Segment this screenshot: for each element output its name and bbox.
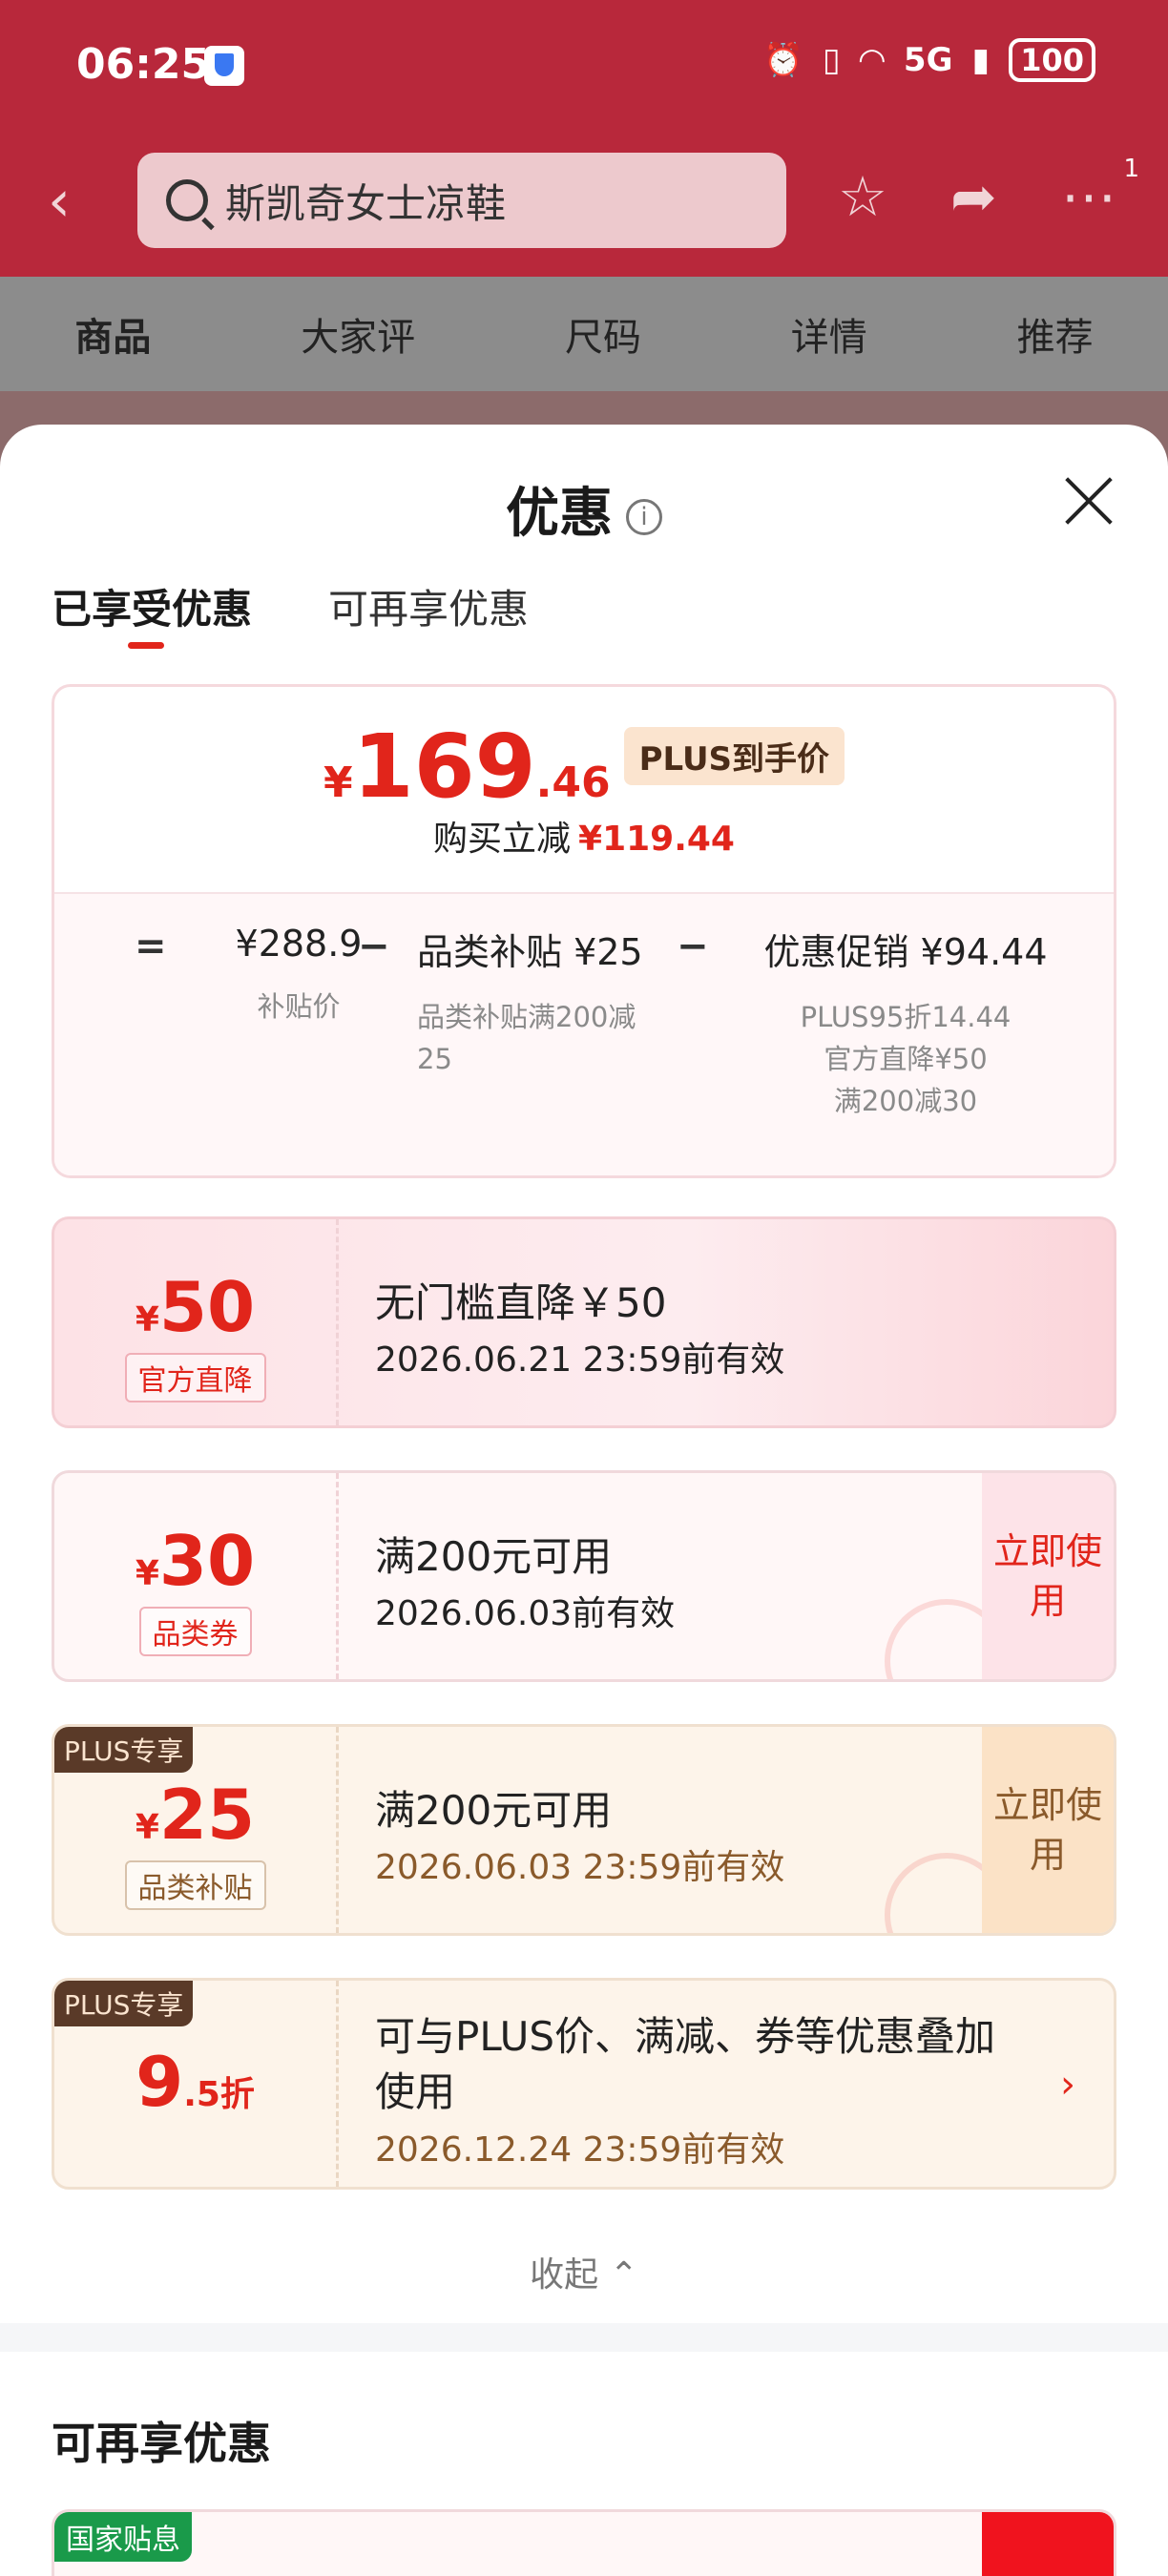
coupon-plus-95-off[interactable]: 9.5折 PLUS专享 可与PLUS价、满减、券等优惠叠加使用 2026.12.… xyxy=(52,1978,1116,2190)
shield-icon xyxy=(204,46,244,86)
coupon-value: ¥30 品类券 xyxy=(54,1473,339,1679)
coupon-title: 满200元可用 xyxy=(375,1533,613,1580)
coupon-yen: ¥ xyxy=(135,1808,159,1847)
back-icon[interactable]: ‹ xyxy=(48,168,71,235)
equals-sign: = xyxy=(135,924,167,968)
coupon-suffix: .5折 xyxy=(183,2075,255,2114)
vibrate-icon: ▯ xyxy=(823,41,841,79)
message-badge: 1 xyxy=(1123,155,1139,183)
info-icon[interactable]: i xyxy=(626,498,662,535)
coupon-gov-interest[interactable]: 国家贴息 xyxy=(52,2509,1116,2576)
promo-line-direct: 官方直降¥50 xyxy=(824,1043,988,1075)
coupon-amount: ¥25 xyxy=(54,1775,336,1855)
wifi-icon: ◠ xyxy=(859,41,885,79)
collapse-button[interactable]: 收起 ⌃ xyxy=(0,2247,1168,2296)
coupon-number: 30 xyxy=(158,1521,256,1601)
minus-sign: − xyxy=(358,924,390,968)
chevron-up-icon: ⌃ xyxy=(609,2255,638,2295)
coupon-yen: ¥ xyxy=(135,1554,159,1593)
sheet-title-wrap: 优惠 i xyxy=(0,470,1168,548)
reduce-row: 购买立减 ¥119.44 xyxy=(54,811,1114,861)
category-subsidy-col: 品类补贴 ¥25 品类补贴满200减25 xyxy=(417,923,656,1080)
coupon-date: 2026.06.03 23:59前有效 xyxy=(375,1848,785,1887)
coupon-amount: ¥30 xyxy=(54,1521,336,1601)
section-divider xyxy=(0,2323,1168,2352)
coupon-number: 50 xyxy=(158,1267,256,1347)
price-decimal: .46 xyxy=(535,758,611,807)
reduce-amount: ¥119.44 xyxy=(578,820,735,859)
product-tabs: 商品 大家评 尺码 详情 推荐 xyxy=(0,296,1168,372)
promo-lines: PLUS95折14.44 官方直降¥50 满200减30 xyxy=(734,996,1077,1122)
minus-sign-2: − xyxy=(677,924,709,968)
subsidy-price-label: 补贴价 xyxy=(257,990,341,1023)
coupon-tag: 品类补贴 xyxy=(124,1860,266,1910)
coupon-amount: ¥50 xyxy=(54,1267,336,1347)
more-icon[interactable]: ⋯ xyxy=(1061,164,1116,229)
coupon-number: 9 xyxy=(136,2042,184,2122)
coupon-date: 2026.12.24 23:59前有效 xyxy=(375,2130,785,2170)
price-yen: ¥ xyxy=(323,758,353,807)
tab-size[interactable]: 尺码 xyxy=(565,306,641,362)
close-icon[interactable] xyxy=(1059,472,1116,530)
coupon-value: ¥50 官方直降 xyxy=(54,1219,339,1425)
tab-more-discounts[interactable]: 可再享优惠 xyxy=(328,577,529,635)
discount-sheet: 优惠 i 已享受优惠 可再享优惠 ¥169.46 PLUS到手价 购买立减 ¥119.… xyxy=(0,425,1168,2576)
network-label: 5G xyxy=(903,41,953,79)
status-time: 06:25 xyxy=(76,40,211,89)
coupon-direct-discount[interactable]: ¥50 官方直降 无门槛直降￥50 2026.06.21 23:59前有效 xyxy=(52,1216,1116,1428)
promo-line-full-reduce: 满200减30 xyxy=(833,1085,978,1117)
category-subsidy: 品类补贴 ¥25 xyxy=(417,931,643,973)
status-icons: ⏰ ▯ ◠ 5G ▮ 100 xyxy=(763,38,1095,82)
coupon-date: 2026.06.21 23:59前有效 xyxy=(375,1340,785,1380)
tab-details[interactable]: 详情 xyxy=(791,306,867,362)
top-navbar: ‹ 斯凯奇女士凉鞋 ☆ ➦ ⋯ 1 xyxy=(0,143,1168,258)
coupon-date: 2026.06.03前有效 xyxy=(375,1594,676,1633)
plus-exclusive-badge: PLUS专享 xyxy=(54,1981,194,2026)
price-summary-top: ¥169.46 PLUS到手价 购买立减 ¥119.44 xyxy=(54,687,1114,892)
coupon-number: 25 xyxy=(158,1775,256,1855)
star-icon[interactable]: ☆ xyxy=(838,164,887,229)
more-discounts-title: 可再享优惠 xyxy=(52,2418,271,2469)
coupon-yen: ¥ xyxy=(135,1300,159,1340)
tab-product[interactable]: 商品 xyxy=(74,306,151,362)
discount-subtabs: 已享受优惠 可再享优惠 xyxy=(52,577,529,649)
final-price: ¥169.46 PLUS到手价 xyxy=(54,716,1114,818)
gov-interest-badge: 国家贴息 xyxy=(54,2512,192,2562)
coupon-tag: 官方直降 xyxy=(124,1353,266,1402)
use-now-button[interactable]: 立即使用 xyxy=(982,1727,1114,1933)
tab-reviews[interactable]: 大家评 xyxy=(301,306,415,362)
status-bar: 06:25 ⏰ ▯ ◠ 5G ▮ 100 xyxy=(0,0,1168,134)
tab-enjoyed-discounts[interactable]: 已享受优惠 xyxy=(52,577,252,649)
battery-icon: 100 xyxy=(1009,38,1095,82)
share-icon[interactable]: ➦ xyxy=(950,164,997,229)
alarm-icon: ⏰ xyxy=(762,41,804,79)
category-subsidy-desc: 品类补贴满200减25 xyxy=(417,1001,636,1075)
reduce-label: 购买立减 xyxy=(433,820,572,859)
search-bar[interactable]: 斯凯奇女士凉鞋 xyxy=(137,153,786,248)
chevron-right-icon[interactable]: › xyxy=(1060,2063,1075,2107)
promo-total: 优惠促销 ¥94.44 xyxy=(763,931,1048,973)
signal-icon: ▮ xyxy=(971,41,991,79)
coupon-category[interactable]: ¥30 品类券 满200元可用 2026.06.03前有效 立即使用 xyxy=(52,1470,1116,1682)
plus-price-badge: PLUS到手价 xyxy=(623,727,845,785)
price-breakdown: = ¥288.9 补贴价 − 品类补贴 ¥25 品类补贴满200减25 − 优惠… xyxy=(54,892,1114,1175)
coupon-title: 无门槛直降￥50 xyxy=(375,1279,667,1326)
plus-exclusive-badge: PLUS专享 xyxy=(54,1727,194,1773)
coupon-amount: 9.5折 xyxy=(54,2042,336,2122)
coupon-tag: 品类券 xyxy=(138,1607,252,1656)
collapse-label: 收起 xyxy=(530,2255,599,2295)
coupon-title: 可与PLUS价、满减、券等优惠叠加使用 xyxy=(375,2013,996,2115)
use-now-button[interactable]: 立即使用 xyxy=(982,1473,1114,1679)
price-summary-card: ¥169.46 PLUS到手价 购买立减 ¥119.44 = ¥288.9 补贴价 … xyxy=(52,684,1116,1178)
promo-line-plus: PLUS95折14.44 xyxy=(800,1001,1012,1033)
sheet-title: 优惠 xyxy=(506,483,613,545)
coupon-title: 满200元可用 xyxy=(375,1787,613,1834)
price-integer: 169 xyxy=(352,716,536,818)
coupon-plus-subsidy[interactable]: ¥25 品类补贴 PLUS专享 满200元可用 2026.06.03 23:59… xyxy=(52,1724,1116,1936)
action-block[interactable] xyxy=(982,2512,1114,2576)
tab-recommend[interactable]: 推荐 xyxy=(1017,306,1094,362)
promo-col: 优惠促销 ¥94.44 PLUS95折14.44 官方直降¥50 满200减30 xyxy=(734,923,1077,1122)
search-text: 斯凯奇女士凉鞋 xyxy=(225,179,507,227)
search-icon xyxy=(166,179,208,221)
